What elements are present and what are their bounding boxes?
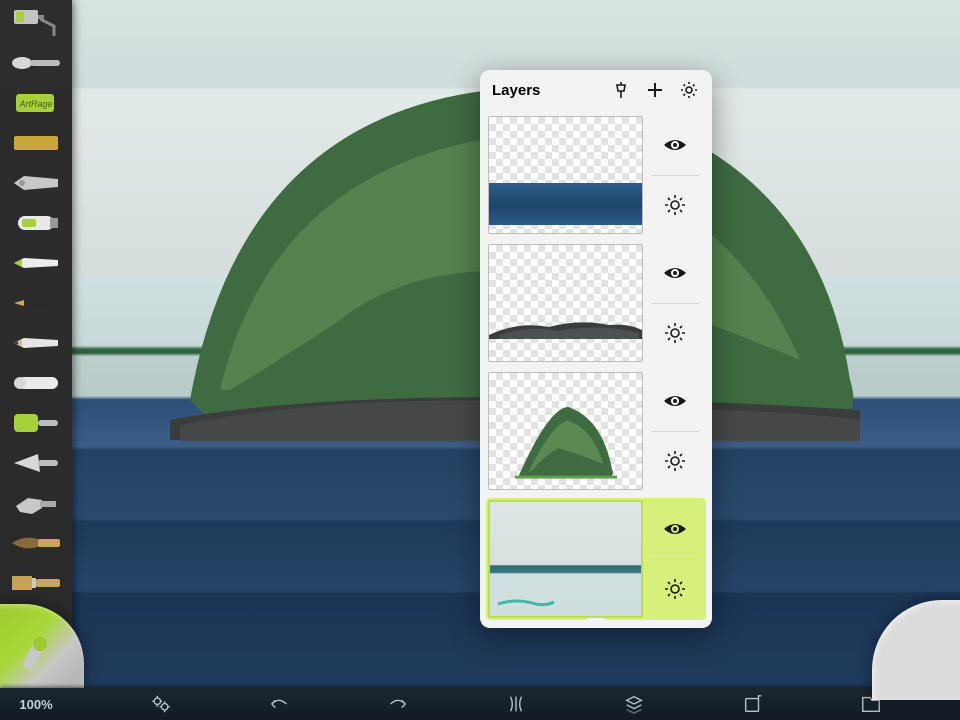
layer-settings-button[interactable] xyxy=(651,560,699,619)
layer-controls xyxy=(651,500,699,618)
add-layer-button[interactable] xyxy=(640,75,670,105)
tool-wax-crayon[interactable] xyxy=(6,364,66,402)
layers-panel-title: Layers xyxy=(492,82,602,99)
redo-button[interactable] xyxy=(378,690,418,718)
svg-text:ArtRage: ArtRage xyxy=(18,99,52,109)
eye-icon xyxy=(662,260,688,286)
layer-row-background[interactable] xyxy=(486,498,706,620)
layer-settings-button[interactable] xyxy=(651,176,699,235)
undo-button[interactable] xyxy=(259,690,299,718)
tool-glitter-tube[interactable] xyxy=(6,124,66,162)
tool-spray-gun[interactable] xyxy=(6,484,66,522)
layer-controls xyxy=(651,116,699,234)
tool-flat-brush[interactable] xyxy=(6,564,66,602)
layer-row-water[interactable] xyxy=(488,116,704,234)
eye-icon xyxy=(662,388,688,414)
tool-airbrush[interactable] xyxy=(6,164,66,202)
tool-pencil[interactable] xyxy=(6,324,66,362)
reference-button[interactable] xyxy=(733,690,773,718)
eye-icon xyxy=(662,516,688,542)
tool-settings-button[interactable] xyxy=(496,690,536,718)
tool-eraser[interactable]: ArtRage xyxy=(6,84,66,122)
eye-icon xyxy=(662,132,688,158)
layer-controls xyxy=(651,244,699,362)
layer-visibility-toggle[interactable] xyxy=(651,244,699,303)
tool-roller[interactable] xyxy=(6,404,66,442)
tool-sidebar: ArtRage xyxy=(0,0,72,688)
tool-felt-pen[interactable] xyxy=(6,244,66,282)
tool-paint-tube[interactable] xyxy=(6,204,66,242)
layer-thumb xyxy=(488,116,643,234)
settings-button[interactable] xyxy=(141,690,181,718)
layer-thumb xyxy=(488,372,643,490)
pin-panel-button[interactable] xyxy=(606,75,636,105)
gear-icon xyxy=(662,576,688,602)
layer-visibility-toggle[interactable] xyxy=(651,500,699,559)
bottom-bar: 100% xyxy=(0,688,960,720)
gear-icon xyxy=(662,192,688,218)
layers-panel: Layers xyxy=(480,70,712,628)
layers-panel-header: Layers xyxy=(480,70,712,110)
tool-watercolor-brush[interactable] xyxy=(6,524,66,562)
zoom-level[interactable]: 100% xyxy=(0,697,72,712)
color-picker-corner[interactable] xyxy=(0,604,84,694)
layer-thumb xyxy=(488,244,643,362)
gear-icon xyxy=(662,320,688,346)
layer-settings-button[interactable] xyxy=(651,304,699,363)
layer-row-island[interactable] xyxy=(488,372,704,490)
tool-paint-roller[interactable] xyxy=(6,4,66,42)
layer-row-rocks[interactable] xyxy=(488,244,704,362)
layer-options-button[interactable] xyxy=(674,75,704,105)
tool-ink-pen[interactable] xyxy=(6,284,66,322)
tool-oil-brush[interactable] xyxy=(6,44,66,82)
tool-palette-knife[interactable] xyxy=(6,444,66,482)
layer-controls xyxy=(651,372,699,490)
layer-visibility-toggle[interactable] xyxy=(651,372,699,431)
layer-visibility-toggle[interactable] xyxy=(651,116,699,175)
layers-button[interactable] xyxy=(614,690,654,718)
layer-settings-button[interactable] xyxy=(651,432,699,491)
gear-icon xyxy=(662,448,688,474)
layer-thumb xyxy=(488,500,643,618)
